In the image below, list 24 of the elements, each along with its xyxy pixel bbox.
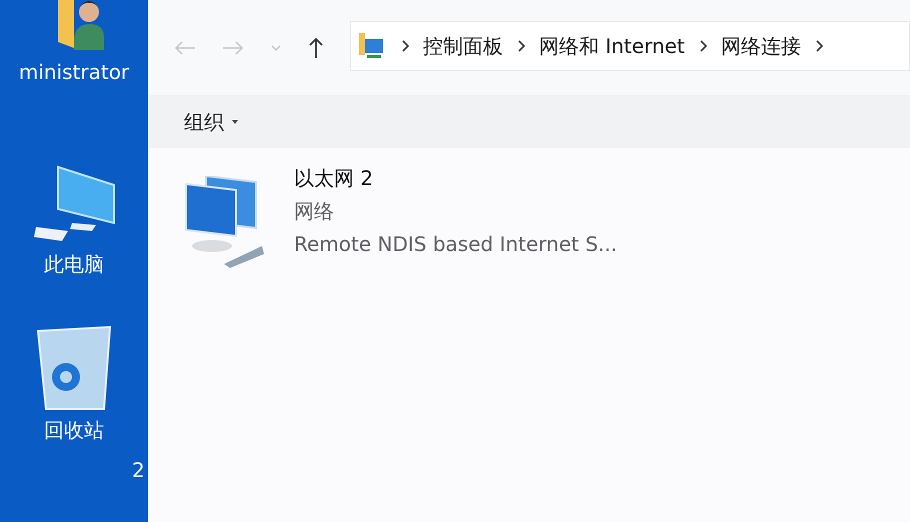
chevron-right-icon: [698, 40, 707, 52]
address-bar[interactable]: 控制面板 网络和 Internet 网络连接: [350, 20, 910, 70]
connection-name: 以太网 2: [294, 165, 374, 192]
back-arrow-icon[interactable]: [174, 40, 196, 56]
icon-label-fragment: 2: [132, 457, 145, 484]
up-arrow-icon[interactable]: [308, 36, 324, 58]
desktop-icon-label[interactable]: ministrator: [18, 57, 130, 87]
chevron-right-icon: [401, 40, 409, 52]
forward-arrow-icon[interactable]: [222, 40, 244, 56]
recycle-bin-icon: [34, 325, 114, 411]
desktop-icon-label[interactable]: 回收站: [44, 415, 104, 445]
breadcrumb-item[interactable]: 网络连接: [720, 30, 801, 60]
adapter-name: Remote NDIS based Internet S...: [294, 231, 618, 258]
network-computers-icon: [184, 176, 266, 268]
chevron-right-icon: [814, 40, 823, 52]
breadcrumb-item[interactable]: 控制面板: [423, 30, 503, 60]
connection-status: 网络: [294, 198, 335, 225]
organize-menu-button[interactable]: 组织: [184, 106, 238, 136]
chevron-right-icon: [517, 40, 525, 52]
dropdown-caret-icon[interactable]: [270, 44, 282, 52]
caret-icon: [232, 120, 238, 124]
breadcrumb-item[interactable]: 网络和 Internet: [539, 30, 685, 60]
connection-item[interactable]: 以太网 2 网络 Remote NDIS based Internet S...: [184, 162, 910, 268]
desktop-icon-label[interactable]: 此电脑: [44, 249, 104, 279]
